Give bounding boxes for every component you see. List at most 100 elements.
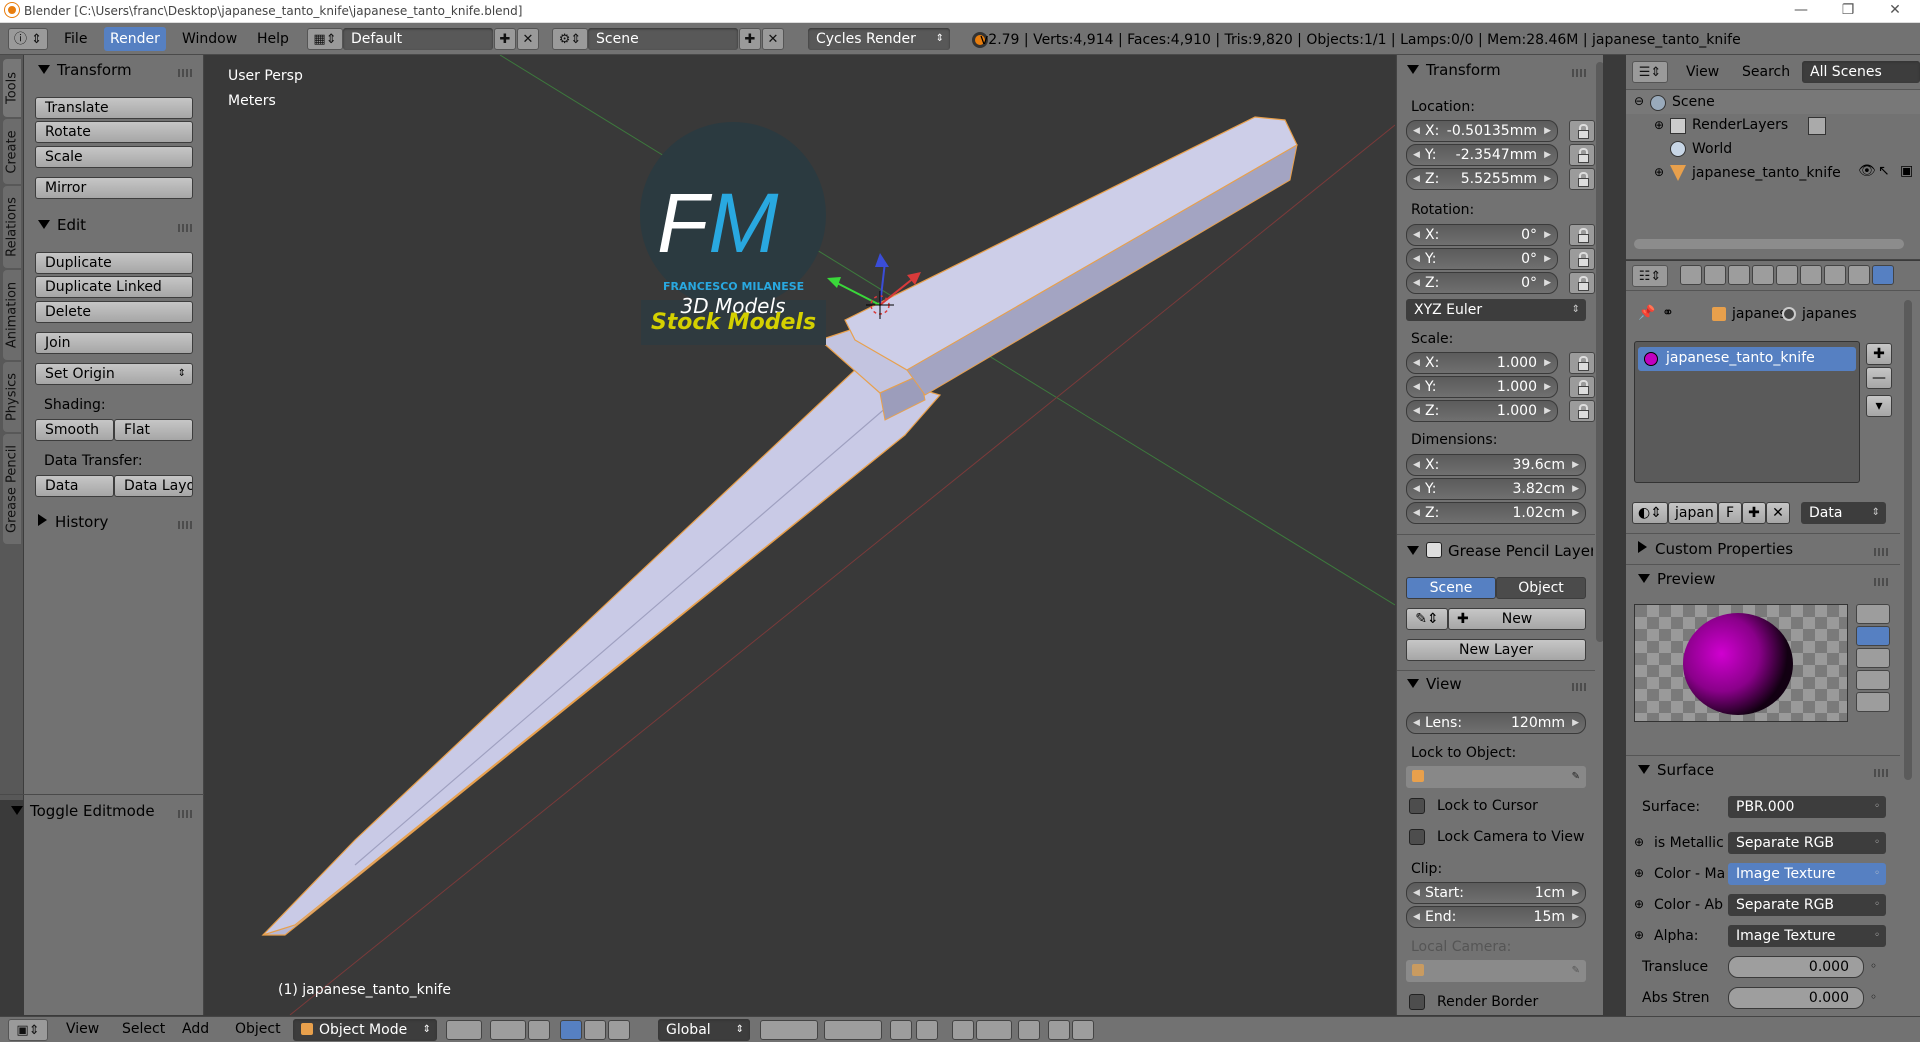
tab-tools[interactable]: Tools [3, 59, 21, 117]
input-color-ab-select[interactable]: Separate RGB ◦ [1728, 894, 1886, 916]
menu-window[interactable]: Window [182, 31, 237, 47]
rotation-z-field[interactable]: ◀ Z: 0° ▶ [1406, 272, 1558, 294]
lock-scale-y-icon[interactable] [1569, 376, 1595, 398]
material-tab-icon[interactable] [1872, 265, 1894, 285]
panel-grip-icon[interactable] [178, 810, 194, 818]
layer-lock-icon[interactable] [890, 1020, 912, 1040]
lock-to-object-field[interactable]: ✎ [1406, 766, 1586, 788]
screen-layout-icon[interactable]: ▦⇕ [307, 28, 343, 50]
outliner-menu-view[interactable]: View [1686, 64, 1719, 80]
fake-user-toggle[interactable]: F [1718, 502, 1742, 524]
scale-y-field[interactable]: ◀ Y: 1.000 ▶ [1406, 376, 1558, 398]
screen-layout-field[interactable]: Default [343, 28, 493, 50]
material-browse-icon[interactable]: ◐⇕ [1632, 502, 1668, 524]
world-tab-icon[interactable] [1752, 265, 1774, 285]
render-engine-select[interactable]: Cycles Render ⇕ [808, 28, 950, 50]
opengl-animation-icon[interactable] [1072, 1020, 1094, 1040]
location-z-field[interactable]: ◀ Z: 5.5255mm ▶ [1406, 168, 1558, 190]
join-button[interactable]: Join [35, 332, 193, 354]
location-x-field[interactable]: ◀ X: -0.50135mm ▶ [1406, 120, 1558, 142]
outliner-menu-search[interactable]: Search [1742, 64, 1790, 80]
manipulator-toggle-icon[interactable] [528, 1020, 550, 1040]
lens-field[interactable]: ◀ Lens: 120mm ▶ [1406, 712, 1586, 734]
data-layout-button[interactable]: Data Layo [114, 475, 193, 497]
location-y-field[interactable]: ◀ Y: -2.3547mm ▶ [1406, 144, 1558, 166]
translucency-slider[interactable]: 0.000 [1728, 956, 1864, 978]
render-layer-toggle-icon[interactable] [1808, 117, 1826, 135]
flat-button[interactable]: Flat [114, 419, 193, 441]
scene-layers-2-icon[interactable] [824, 1020, 882, 1040]
outliner-display-mode-select[interactable]: All Scenes [1802, 61, 1920, 83]
socket-link-icon[interactable]: ◦ [1870, 990, 1877, 1004]
menu-add[interactable]: Add [182, 1021, 209, 1037]
gizmo-y-arrow-icon[interactable] [827, 277, 841, 288]
material-link-select[interactable]: Data ⇕ [1801, 502, 1886, 524]
eyedropper-icon[interactable]: ✎ [1572, 766, 1580, 788]
modifiers-tab-icon[interactable] [1824, 265, 1846, 285]
custom-properties-panel-header[interactable]: Custom Properties [1638, 540, 1793, 558]
menu-object[interactable]: Object [235, 1021, 281, 1037]
material-slot-name[interactable]: japanese_tanto_knife [1666, 350, 1815, 366]
preview-monkey-icon[interactable] [1856, 670, 1890, 690]
outliner-item-world[interactable]: World [1692, 141, 1732, 157]
gp-object-toggle[interactable]: Object [1496, 577, 1586, 599]
selectability-cursor-icon[interactable]: ↖ [1878, 163, 1890, 179]
preview-sphere-icon[interactable] [1856, 626, 1890, 646]
transform-panel-header[interactable]: Transform [38, 61, 132, 79]
lock-rotation-z-icon[interactable] [1569, 272, 1595, 294]
outliner-item-renderlayers[interactable]: RenderLayers [1692, 117, 1788, 133]
clip-end-field[interactable]: ◀ End: 15m ▶ [1406, 906, 1586, 928]
abs-strength-slider[interactable]: 0.000 [1728, 987, 1864, 1009]
transform-panel-header[interactable]: Transform [1407, 61, 1501, 79]
object-tab-icon[interactable] [1776, 265, 1798, 285]
minimize-button[interactable]: — [1778, 0, 1824, 22]
rotate-button[interactable]: Rotate [35, 121, 193, 143]
eyedropper-icon[interactable]: ✎ [1572, 960, 1580, 982]
3d-viewport[interactable]: FM FRANCESCO MILANESE 3D Models Stock Mo… [205, 55, 1395, 1015]
preview-panel-header[interactable]: Preview [1638, 570, 1715, 588]
gp-new-button[interactable]: ✚ New [1448, 608, 1586, 630]
rotate-manipulator-icon[interactable] [584, 1020, 606, 1040]
slot-specials-icon[interactable]: ▾ [1866, 395, 1892, 417]
add-screen-icon[interactable]: ✚ [494, 28, 516, 50]
panel-grip-icon[interactable] [1572, 683, 1588, 691]
scene-field[interactable]: Scene [588, 28, 738, 50]
gp-pencil-icon[interactable]: ✎⇕ [1406, 608, 1448, 630]
data-transfer-button[interactable]: Data [35, 475, 114, 497]
gp-scene-toggle[interactable]: Scene [1406, 577, 1496, 599]
render-tab-icon[interactable] [1680, 265, 1702, 285]
lock-camera-to-view-checkbox[interactable] [1409, 829, 1425, 845]
unlink-material-icon[interactable]: ✕ [1766, 502, 1790, 524]
lock-location-y-icon[interactable] [1569, 144, 1595, 166]
socket-expand-icon[interactable]: ⊕ [1634, 897, 1644, 911]
pin-icon[interactable]: 📌 [1638, 305, 1655, 321]
snap-element-icon[interactable] [976, 1020, 1012, 1040]
lock-location-z-icon[interactable] [1569, 168, 1595, 190]
panel-grip-icon[interactable] [1874, 548, 1890, 556]
grease-pencil-enable-checkbox[interactable] [1426, 542, 1442, 558]
proportional-editing-icon[interactable] [916, 1020, 938, 1040]
set-origin-select[interactable]: Set Origin ⇕ [35, 363, 193, 385]
scale-button[interactable]: Scale [35, 146, 193, 168]
tab-relations[interactable]: Relations [3, 186, 21, 268]
pivot-point-icon[interactable] [490, 1020, 526, 1040]
close-window-button[interactable]: ✕ [1872, 0, 1918, 22]
constraints-tab-icon[interactable] [1800, 265, 1822, 285]
menu-file[interactable]: File [64, 31, 87, 47]
dimension-y-field[interactable]: ◀ Y: 3.82cm ▶ [1406, 478, 1586, 500]
smooth-button[interactable]: Smooth [35, 419, 114, 441]
editor-type-3d-view-icon[interactable]: ▣⇕ [8, 1019, 48, 1041]
maximize-button[interactable]: ❐ [1825, 0, 1871, 22]
menu-render[interactable]: Render [104, 27, 166, 51]
gp-new-layer-button[interactable]: New Layer [1406, 639, 1586, 661]
socket-expand-icon[interactable]: ⊕ [1634, 835, 1644, 849]
duplicate-button[interactable]: Duplicate [35, 252, 193, 274]
preview-cube-icon[interactable] [1856, 648, 1890, 668]
lock-scale-z-icon[interactable] [1569, 400, 1595, 422]
properties-scrollbar[interactable] [1904, 300, 1912, 780]
expand-toggle-icon[interactable]: ⊕ [1654, 118, 1664, 132]
outliner-editor-type-icon[interactable]: ☰⇕ [1632, 61, 1668, 83]
rotation-x-field[interactable]: ◀ X: 0° ▶ [1406, 224, 1558, 246]
panel-grip-icon[interactable] [178, 69, 194, 77]
menu-help[interactable]: Help [257, 31, 289, 47]
